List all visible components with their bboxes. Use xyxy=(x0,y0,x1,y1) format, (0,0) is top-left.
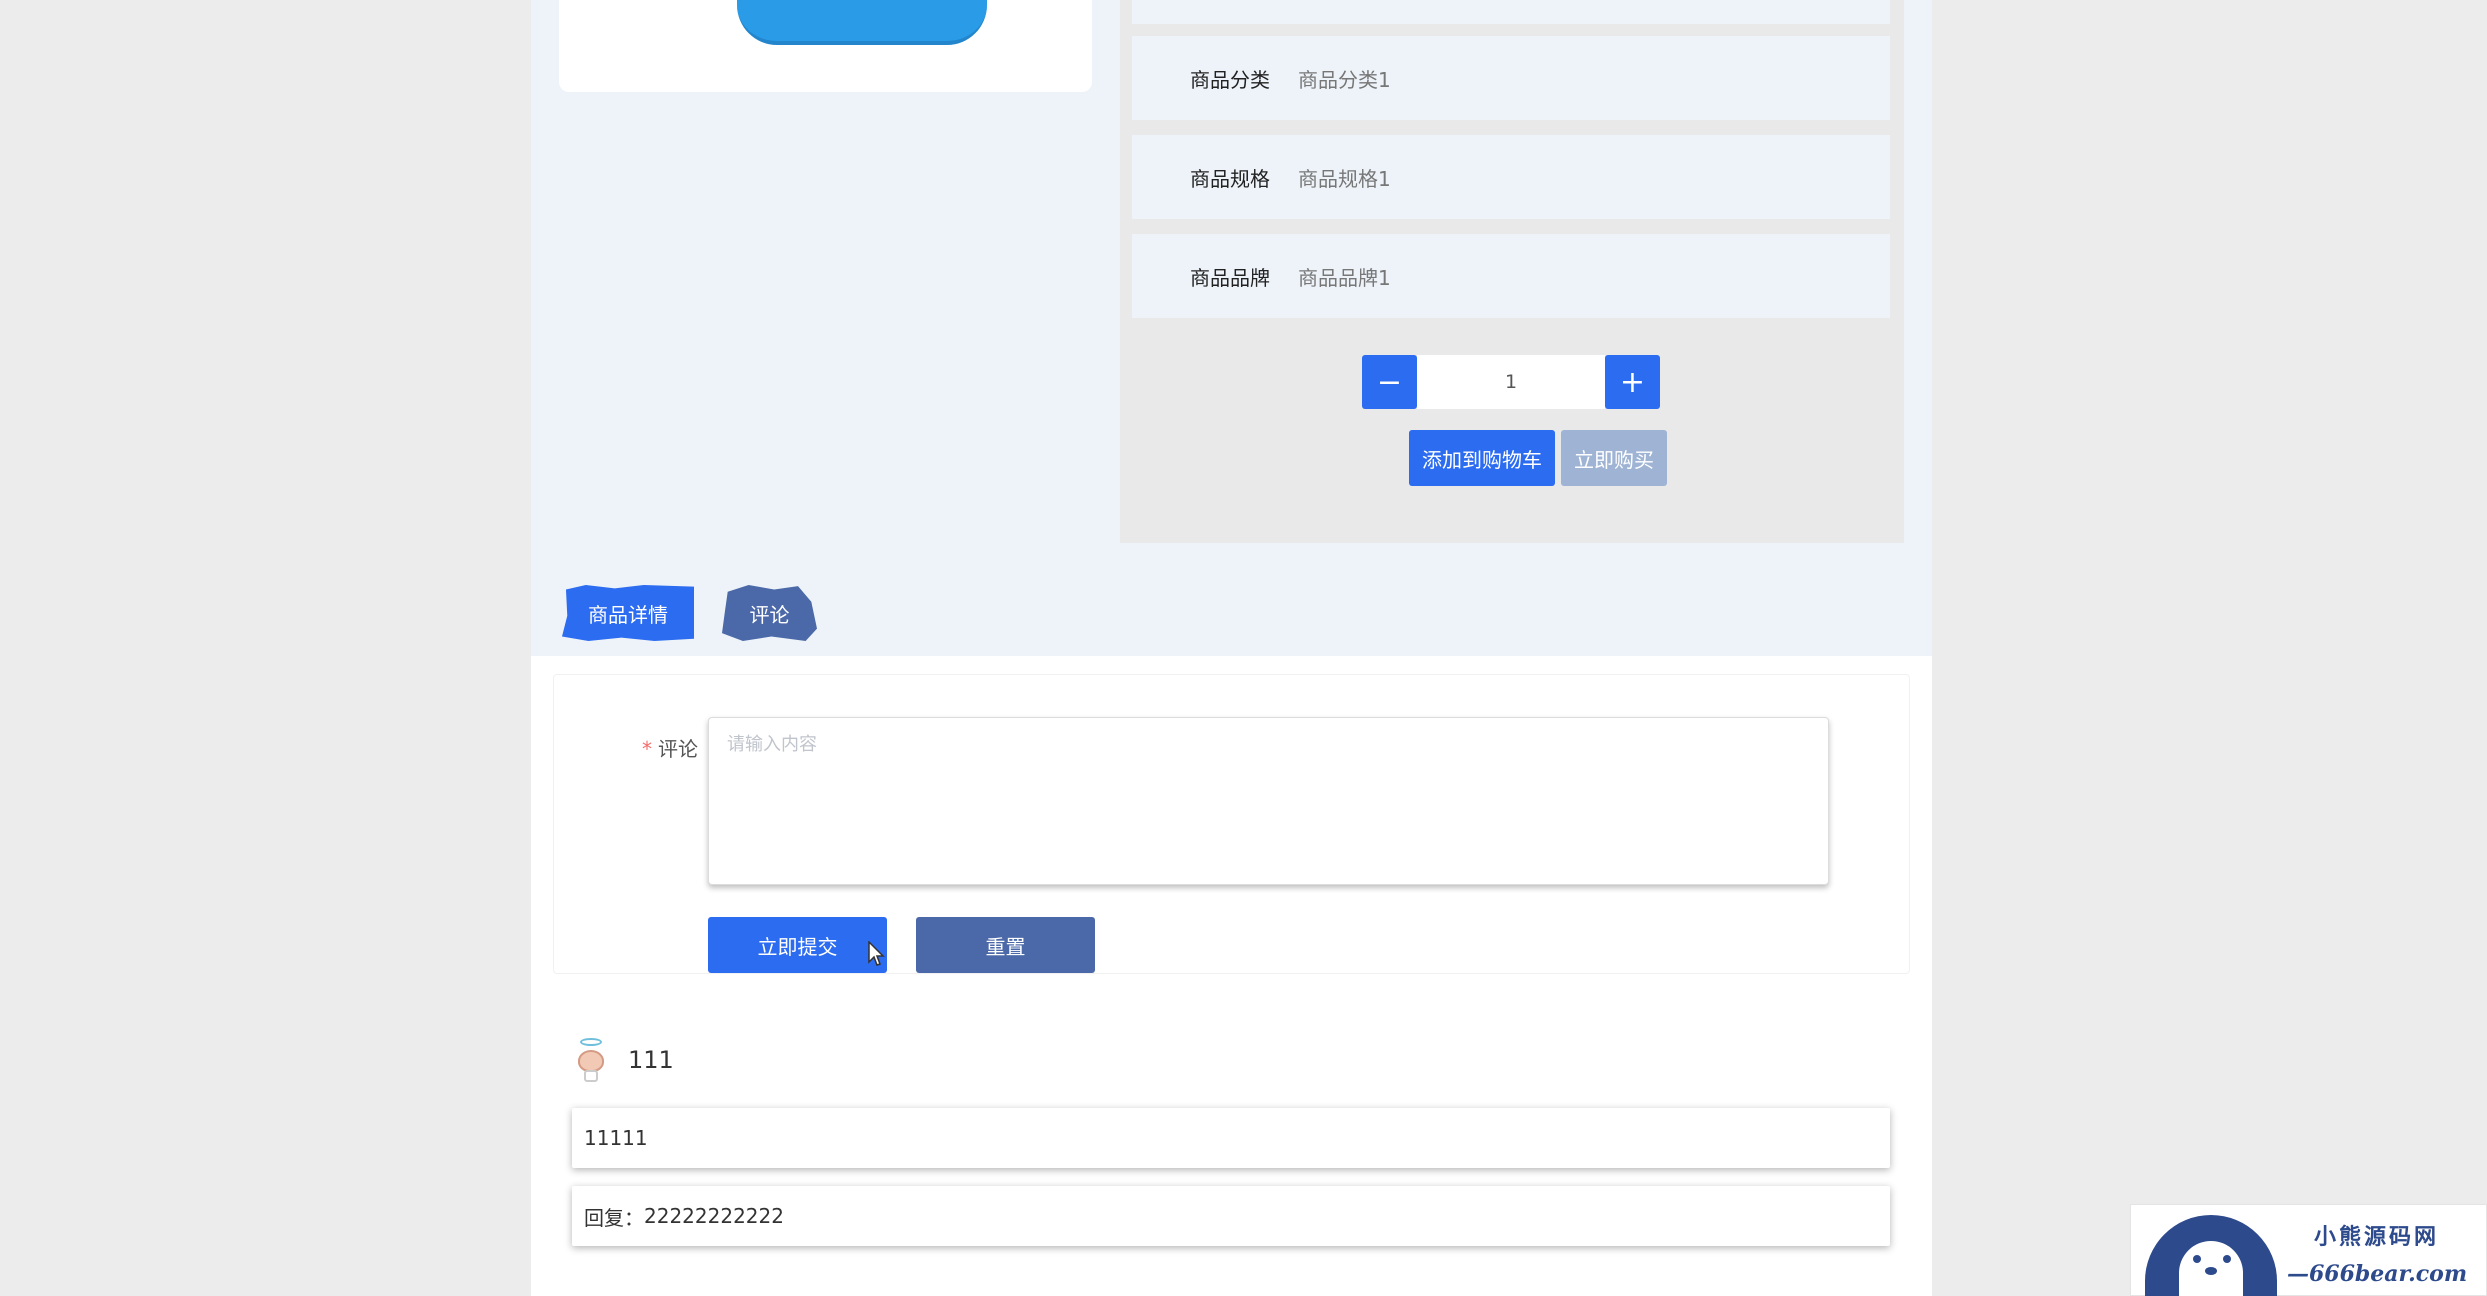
watermark-logo: 小熊源码网 —666bear.com— xyxy=(2130,1204,2487,1296)
tab-comments[interactable]: 评论 xyxy=(722,585,817,641)
quantity-stepper: − 1 + xyxy=(1362,355,1660,409)
submit-comment-button[interactable]: 立即提交 xyxy=(708,917,887,973)
comment-label-text: 评论 xyxy=(658,737,698,761)
comment-username: 111 xyxy=(628,1046,674,1074)
avatar xyxy=(573,1038,607,1082)
spec-label: 商品品牌 xyxy=(1190,265,1270,290)
product-image-card xyxy=(559,0,1092,92)
spec-value: 商品品牌1 xyxy=(1298,265,1391,290)
comment-reply-card: 回复： 22222222222 xyxy=(572,1186,1890,1246)
required-mark: * xyxy=(642,737,652,761)
product-info-panel: 商品分类 商品分类1 商品规格 商品规格1 商品品牌 商品品牌1 − 1 + 添… xyxy=(1120,0,1904,543)
spec-row-category: 商品分类 商品分类1 xyxy=(1132,36,1890,120)
comment-author: 111 xyxy=(573,1038,674,1082)
add-to-cart-button[interactable]: 添加到购物车 xyxy=(1409,430,1555,486)
purchase-actions: 添加到购物车 立即购买 xyxy=(1409,430,1667,486)
decrease-quantity-button[interactable]: − xyxy=(1362,355,1417,409)
product-image xyxy=(737,0,987,45)
comment-section: *评论 立即提交 重置 111 11111 回复：22222222222 xyxy=(531,656,1932,1296)
watermark-title: 小熊源码网 xyxy=(2314,1224,2440,1250)
increase-quantity-button[interactable]: + xyxy=(1605,355,1660,409)
mouse-cursor-icon xyxy=(868,941,885,966)
spec-label: 商品规格 xyxy=(1190,166,1270,191)
quantity-input[interactable]: 1 xyxy=(1417,355,1605,409)
comment-content-card: 11111 xyxy=(572,1108,1890,1168)
comment-content: 11111 xyxy=(584,1126,648,1150)
spec-value: 商品规格1 xyxy=(1298,166,1391,191)
product-detail-page: 商品分类 商品分类1 商品规格 商品规格1 商品品牌 商品品牌1 − 1 + 添… xyxy=(531,0,1932,1296)
info-row-partial xyxy=(1132,0,1890,24)
spec-value: 商品分类1 xyxy=(1298,67,1391,92)
buy-now-button[interactable]: 立即购买 xyxy=(1561,430,1667,486)
spec-label: 商品分类 xyxy=(1190,67,1270,92)
spec-row-brand: 商品品牌 商品品牌1 xyxy=(1132,234,1890,318)
reply-content: 22222222222 xyxy=(644,1204,784,1228)
watermark-url: —666bear.com— xyxy=(2287,1261,2468,1296)
bear-logo-icon xyxy=(2145,1215,2277,1296)
tab-product-detail[interactable]: 商品详情 xyxy=(562,585,694,641)
spec-row-specification: 商品规格 商品规格1 xyxy=(1132,135,1890,219)
comment-textarea[interactable] xyxy=(708,717,1829,885)
tabs-bar: 商品详情 评论 xyxy=(531,571,1932,656)
reset-button[interactable]: 重置 xyxy=(916,917,1095,973)
comment-field-label: * 评论 xyxy=(642,733,698,762)
comment-form: *评论 立即提交 重置 xyxy=(553,674,1910,974)
reply-prefix: 回复： xyxy=(584,1205,644,1230)
